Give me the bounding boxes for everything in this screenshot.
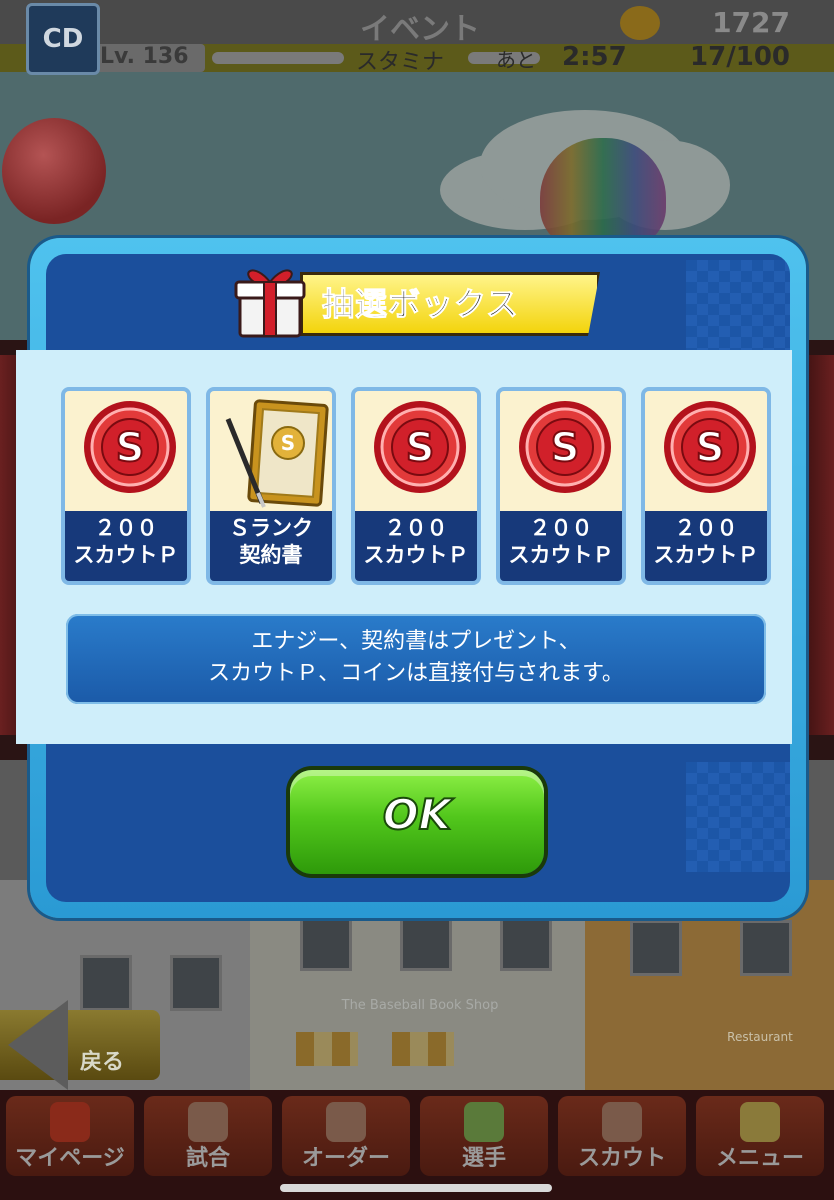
reward-image-area: S <box>355 391 477 511</box>
reward-label: ２００ スカウトＰ <box>65 515 187 569</box>
field-diagram-icon <box>326 1102 366 1142</box>
reward-card: S ２００ スカウトＰ <box>61 387 191 585</box>
nav-item-scout[interactable]: スカウト <box>558 1096 686 1176</box>
notice-line: スカウトＰ、コインは直接付与されます。 <box>208 661 624 686</box>
reward-label: ２００ スカウトＰ <box>500 515 622 569</box>
reward-name: スカウトＰ <box>73 543 179 567</box>
home-indicator[interactable] <box>280 1184 552 1192</box>
player-icon <box>464 1102 504 1142</box>
building-window <box>80 955 132 1011</box>
nav-item-label: スカウト <box>577 1146 666 1171</box>
stamina-label: スタミナ <box>356 50 445 75</box>
reward-name: スカウトＰ <box>508 543 614 567</box>
reward-card: S Ｓランク 契約書 <box>206 387 336 585</box>
gift-box-icon <box>234 269 306 338</box>
experience-bar <box>212 52 344 64</box>
nav-item-players[interactable]: 選手 <box>420 1096 548 1176</box>
reward-label: ２００ スカウトＰ <box>645 515 767 569</box>
reward-image-area: S <box>645 391 767 511</box>
stamina-timer: 2:57 <box>562 42 627 72</box>
baseball-field-icon <box>188 1102 228 1142</box>
building-window <box>300 915 352 971</box>
reward-card: S ２００ スカウトＰ <box>496 387 626 585</box>
level-label: Lv. 136 <box>100 44 189 69</box>
reward-card: S ２００ スカウトＰ <box>351 387 481 585</box>
screen-title: イベント <box>360 12 480 47</box>
ok-button-label: OK <box>382 789 452 840</box>
nav-item-label: メニュー <box>715 1146 804 1171</box>
nav-item-label: 試合 <box>185 1146 230 1171</box>
nav-item-label: オーダー <box>301 1146 390 1171</box>
s-coin-icon: S <box>84 401 176 493</box>
svg-text:S: S <box>406 425 435 471</box>
s-coin-icon: S <box>374 401 466 493</box>
team-logo[interactable]: CD <box>26 3 100 75</box>
notice-line: エナジー、契約書はプレゼント、 <box>251 629 581 654</box>
nav-item-label: マイページ <box>15 1146 125 1171</box>
reward-amount: ２００ <box>529 516 593 540</box>
dialog-title: 抽選ボックス <box>322 285 520 324</box>
building-window <box>500 915 552 971</box>
menu-icon <box>740 1102 780 1142</box>
reward-image-area: S <box>210 391 332 511</box>
back-arrow-icon <box>8 1000 68 1090</box>
nav-item-match[interactable]: 試合 <box>144 1096 272 1176</box>
building-window <box>740 920 792 976</box>
back-button-label: 戻る <box>80 1050 125 1075</box>
coin-icon <box>620 6 660 40</box>
shop-sign: The Baseball Book Shop <box>341 998 499 1013</box>
hot-air-balloon-decoration <box>540 138 666 248</box>
red-balloon-decoration <box>2 118 106 224</box>
svg-text:S: S <box>696 425 725 471</box>
contract-icon: S <box>225 399 329 508</box>
s-coin-icon: S <box>519 401 611 493</box>
reward-image-area: S <box>65 391 187 511</box>
reward-image-area: S <box>500 391 622 511</box>
shop-awning <box>296 1032 358 1066</box>
coin-count: 1727 <box>712 6 790 39</box>
nav-item-menu[interactable]: メニュー <box>696 1096 824 1176</box>
nav-item-order[interactable]: オーダー <box>282 1096 410 1176</box>
reward-name: 契約書 <box>239 543 303 567</box>
stamina-count: 17/100 <box>690 42 790 72</box>
reward-label: ２００ スカウトＰ <box>355 515 477 569</box>
reward-label: Ｓランク 契約書 <box>210 515 332 569</box>
notice-text: エナジー、契約書はプレゼント、 スカウトＰ、コインは直接付与されます。 <box>66 626 766 690</box>
restaurant-sign: Restaurant <box>727 1030 793 1044</box>
reward-amount: ２００ <box>94 516 158 540</box>
checker-decoration <box>686 762 790 872</box>
reward-rank: Ｓランク <box>229 516 313 540</box>
stamina-remaining-label: あと <box>496 48 536 72</box>
svg-text:S: S <box>116 425 145 471</box>
building-window <box>630 920 682 976</box>
mypage-icon <box>50 1102 90 1142</box>
building-window <box>170 955 222 1011</box>
scout-icon <box>602 1102 642 1142</box>
svg-text:S: S <box>551 425 580 471</box>
reward-name: スカウトＰ <box>653 543 759 567</box>
building-window <box>400 915 452 971</box>
svg-text:S: S <box>281 431 295 455</box>
reward-amount: ２００ <box>384 516 448 540</box>
shop-awning <box>392 1032 454 1066</box>
s-coin-icon: S <box>664 401 756 493</box>
nav-item-mypage[interactable]: マイページ <box>6 1096 134 1176</box>
nav-item-label: 選手 <box>461 1146 506 1171</box>
reward-name: スカウトＰ <box>363 543 469 567</box>
reward-amount: ２００ <box>674 516 738 540</box>
reward-card: S ２００ スカウトＰ <box>641 387 771 585</box>
